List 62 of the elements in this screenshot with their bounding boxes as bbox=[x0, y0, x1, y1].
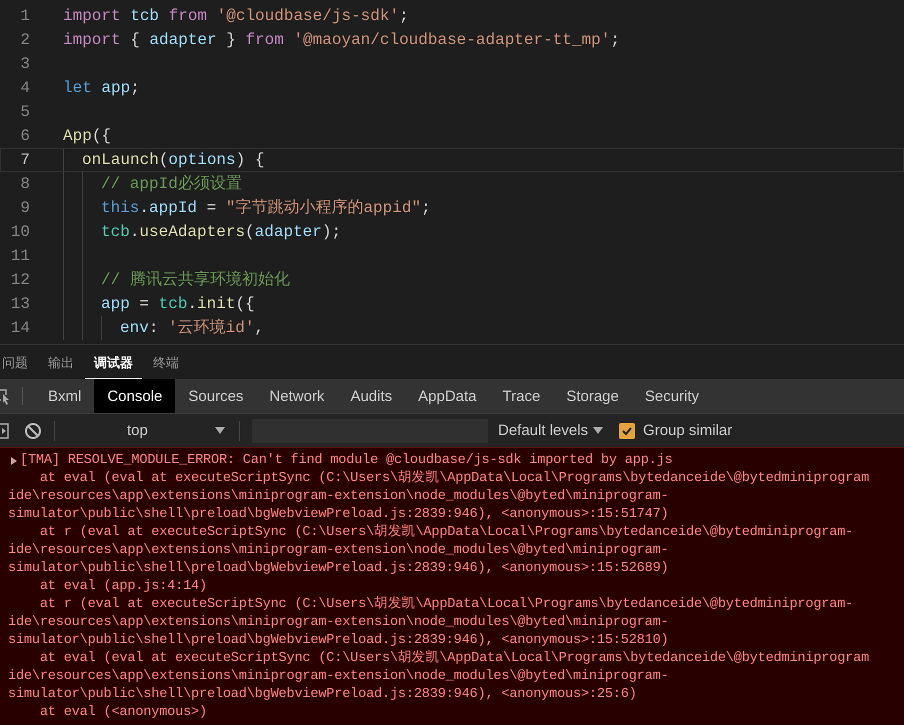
group-similar-checkbox[interactable] bbox=[619, 422, 636, 438]
error-line: at r (eval at executeScriptSync (C:\Users\胡发凯\AppData\Local\Programs\bytedanceide\@bytedminiprogram- bbox=[38, 524, 854, 542]
line-number: 9 bbox=[19, 198, 30, 219]
error-line: ide\resources\app\extensions\miniprogram-extension\node_modules\@byted\miniprogram- bbox=[8, 668, 668, 686]
code-line: // 腾讯云共享环境初始化 bbox=[101, 270, 290, 291]
panel-tab[interactable]: 终端 bbox=[144, 346, 188, 378]
code-line: import { adapter } from '@maoyan/cloudbase-adapter-tt_mp'; bbox=[63, 30, 620, 51]
levels-dropdown[interactable]: Default levels bbox=[498, 422, 604, 439]
error-line: simulator\public\shell\preload\bgWebviewPreload.js:2839:946), <anonymous>:15:51747) bbox=[8, 506, 668, 524]
line-number: 3 bbox=[19, 54, 30, 75]
code-line: tcb.useAdapters(adapter); bbox=[101, 222, 342, 243]
sidebar-toggle-icon[interactable] bbox=[0, 422, 9, 438]
devtools-tab[interactable]: Audits bbox=[337, 379, 406, 413]
caret-icon bbox=[593, 426, 604, 434]
error-line: at r (eval at executeScriptSync (C:\Users\胡发凯\AppData\Local\Programs\bytedanceide\@bytedminiprogram- bbox=[38, 596, 854, 614]
line-number: 2 bbox=[19, 30, 30, 51]
devtools-tab[interactable]: Security bbox=[632, 379, 712, 413]
devtools-tab[interactable]: Console bbox=[94, 379, 176, 413]
devtools-tab[interactable]: Trace bbox=[490, 379, 554, 413]
code-line: app = tcb.init({ bbox=[101, 294, 255, 315]
line-number: 6 bbox=[19, 126, 30, 147]
error-line: at eval (<anonymous>) bbox=[38, 704, 207, 722]
panel-tab[interactable]: 输出 bbox=[39, 346, 83, 378]
error-line: simulator\public\shell\preload\bgWebviewPreload.js:2839:946), <anonymous>:15:52810) bbox=[8, 632, 668, 650]
line-number: 11 bbox=[10, 246, 30, 267]
devtools-tab[interactable]: AppData bbox=[405, 379, 490, 413]
line-number: 12 bbox=[10, 270, 30, 291]
line-number: 10 bbox=[10, 222, 30, 243]
group-similar-label: Group similar bbox=[643, 422, 732, 439]
error-line: simulator\public\shell\preload\bgWebviewPreload.js:2839:946), <anonymous>:25:6) bbox=[8, 686, 637, 704]
panel-tab[interactable]: 问题 bbox=[0, 346, 37, 378]
line-number: 5 bbox=[19, 102, 30, 123]
inspect-icon[interactable] bbox=[0, 387, 10, 405]
error-line: at eval (app.js:4:14) bbox=[38, 578, 207, 596]
devtools-tab[interactable]: Network bbox=[256, 379, 338, 413]
code-line: let app; bbox=[63, 78, 140, 99]
line-number: 14 bbox=[10, 318, 30, 339]
devtools-tab[interactable]: Sources bbox=[175, 379, 256, 413]
clear-console-icon[interactable] bbox=[24, 422, 42, 440]
line-number: 8 bbox=[19, 174, 30, 195]
error-line: at eval (eval at executeScriptSync (C:\Users\胡发凯\AppData\Local\Programs\bytedanceide\@bytedminiprogram bbox=[38, 650, 870, 668]
code-line: // appId必须设置 bbox=[101, 174, 242, 195]
error-line: ide\resources\app\extensions\miniprogram-extension\node_modules\@byted\miniprogram- bbox=[8, 542, 668, 560]
error-line: [TMA] RESOLVE_MODULE_ERROR: Can't find module @cloudbase/js-sdk imported by app.js bbox=[20, 452, 673, 470]
error-line: simulator\public\shell\preload\bgWebviewPreload.js:2839:946), <anonymous>:15:52689) bbox=[8, 560, 668, 578]
line-number: 4 bbox=[19, 78, 30, 99]
context-select[interactable]: top bbox=[67, 422, 227, 439]
expand-arrow-icon[interactable] bbox=[10, 456, 18, 466]
line-number: 7 bbox=[19, 150, 30, 171]
devtools-tab[interactable]: Storage bbox=[553, 379, 632, 413]
code-line: App({ bbox=[63, 126, 112, 147]
error-line: ide\resources\app\extensions\miniprogram-extension\node_modules\@byted\miniprogram- bbox=[8, 488, 668, 506]
code-line: import tcb from '@cloudbase/js-sdk'; bbox=[63, 6, 409, 27]
code-line: this.appId = "字节跳动小程序的appid"; bbox=[101, 198, 431, 219]
line-number: 1 bbox=[19, 6, 30, 27]
line-number: 13 bbox=[10, 294, 30, 315]
code-line: onLaunch(options) { bbox=[82, 150, 264, 171]
caret-icon bbox=[215, 426, 225, 434]
error-line: at eval (eval at executeScriptSync (C:\Users\胡发凯\AppData\Local\Programs\bytedanceide\@bytedminiprogram bbox=[38, 470, 870, 488]
code-line: env: '云环境id', bbox=[120, 318, 264, 339]
error-line: ide\resources\app\extensions\miniprogram-extension\node_modules\@byted\miniprogram- bbox=[8, 614, 668, 632]
devtools-tab[interactable]: Bxml bbox=[35, 379, 94, 413]
